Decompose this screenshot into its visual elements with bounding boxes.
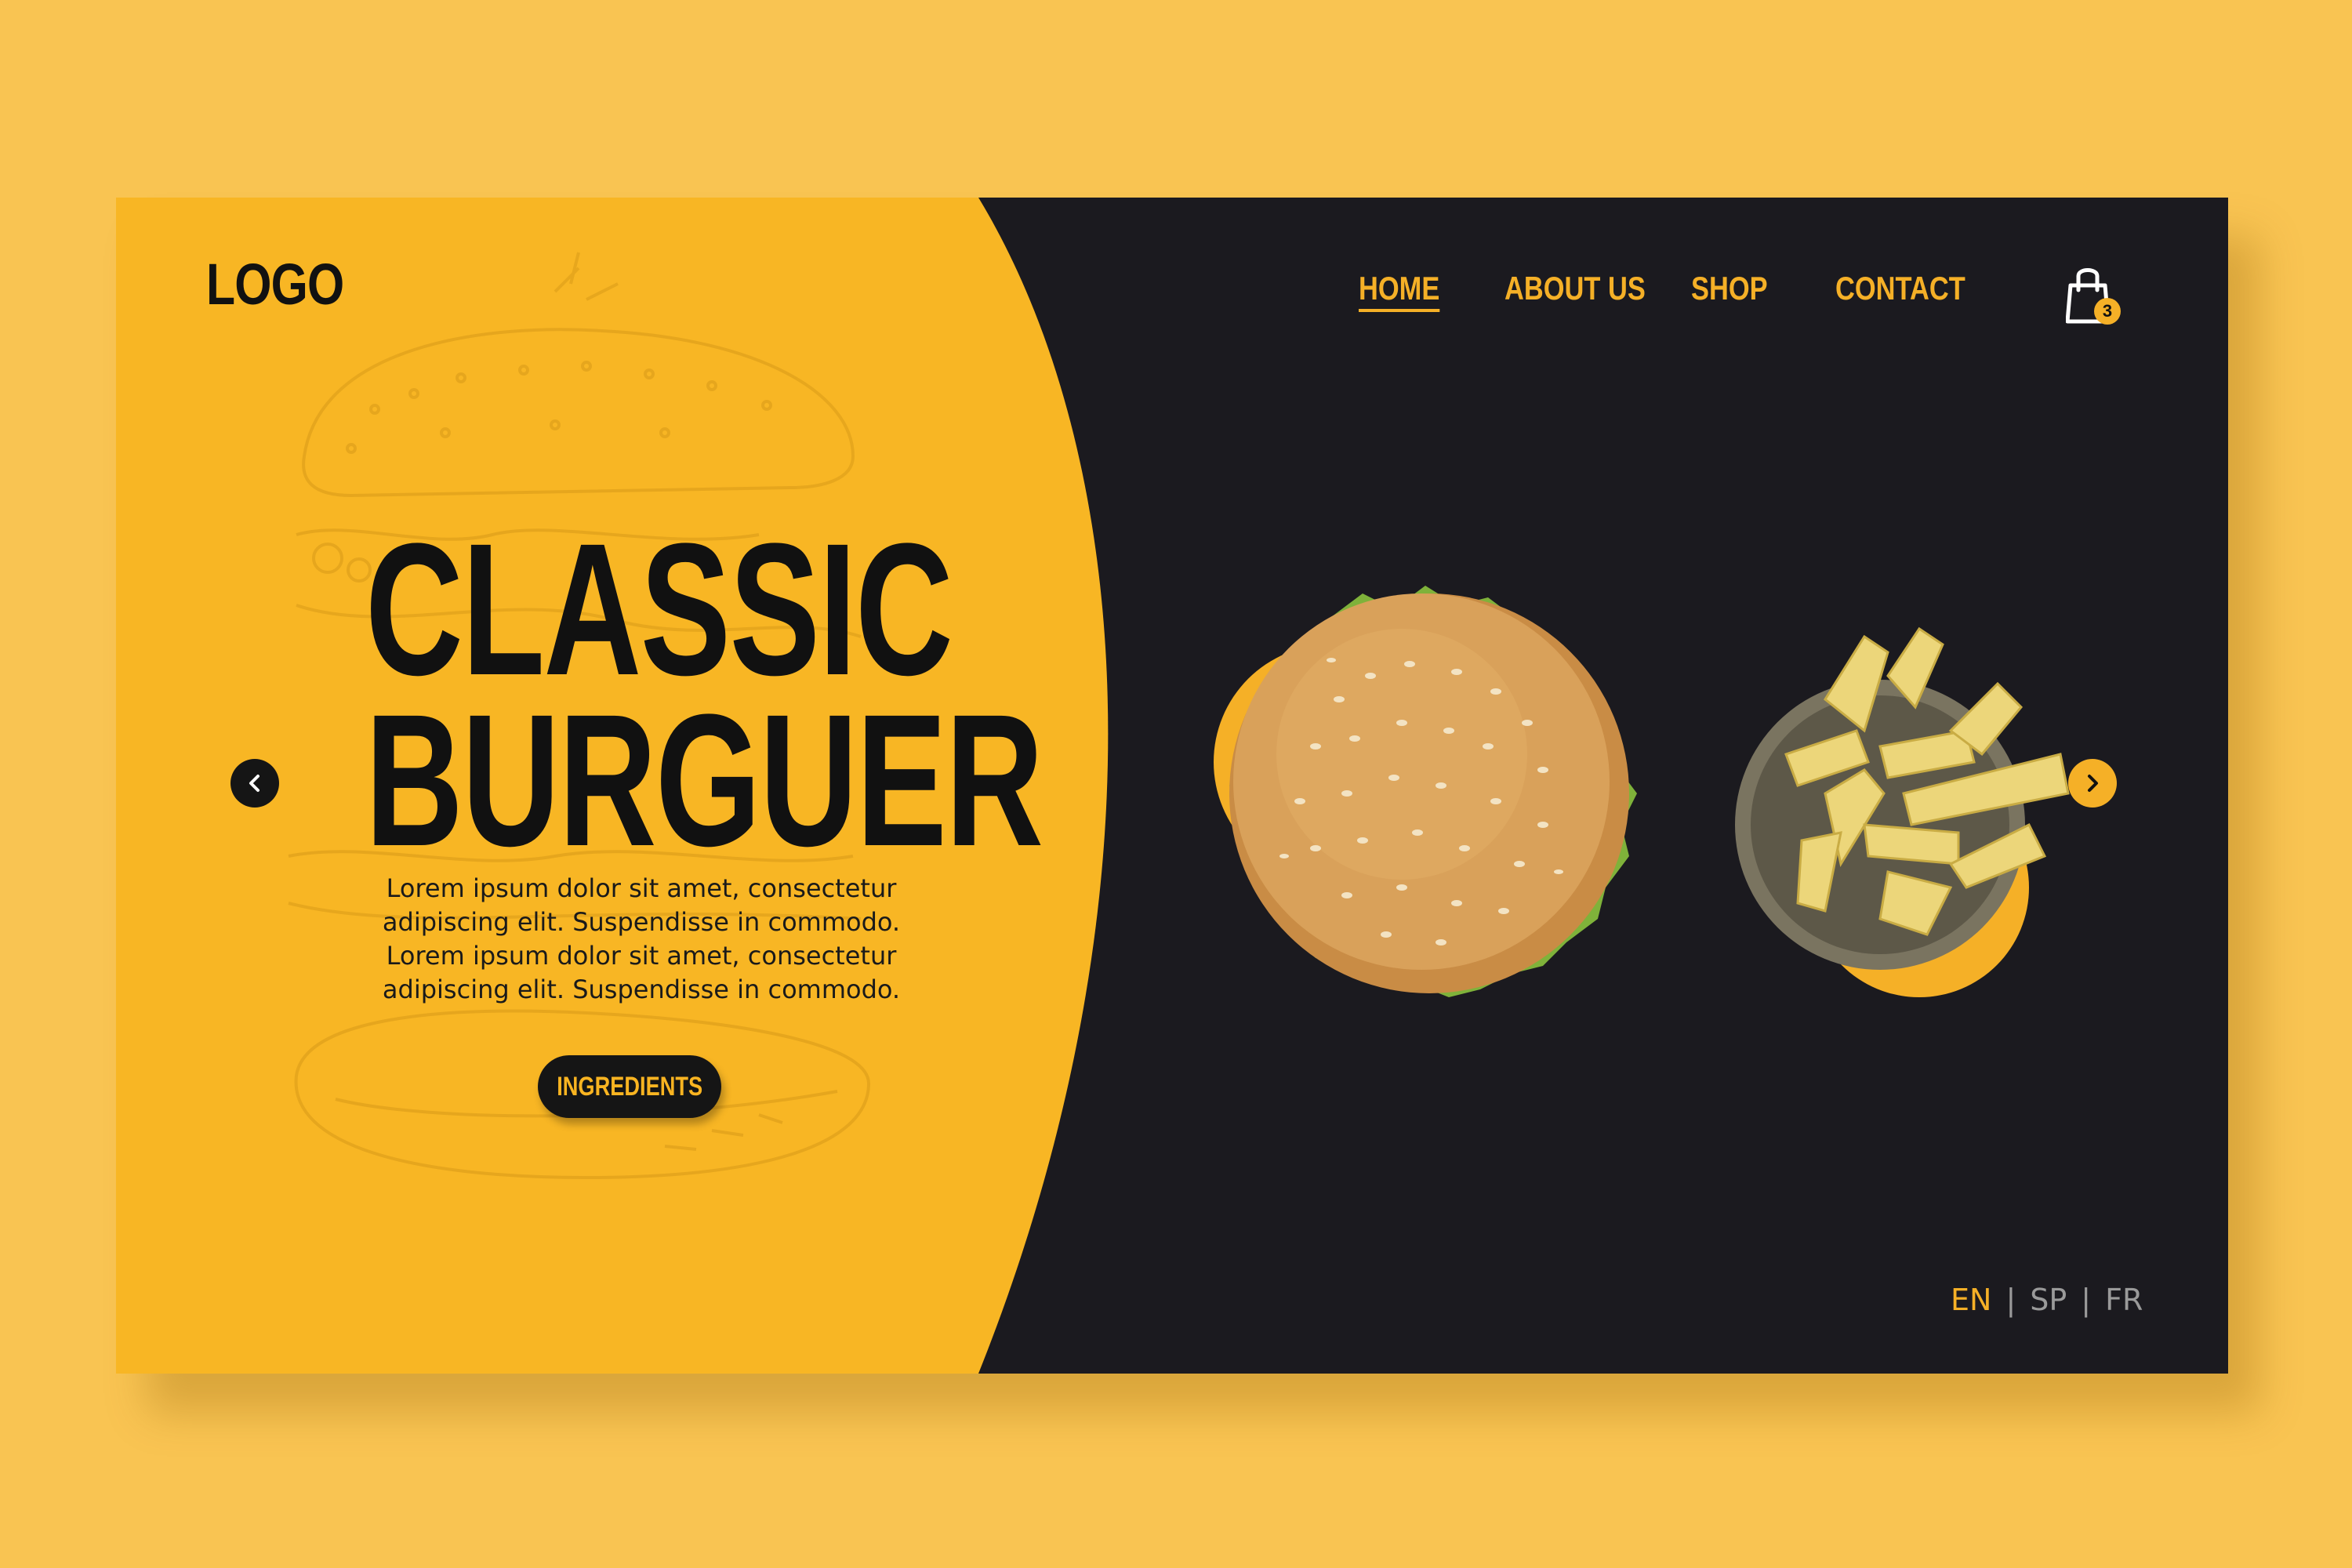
description-line: adipiscing elit. Suspendisse in commodo. (382, 975, 901, 1004)
cart-button[interactable]: 3 (2065, 263, 2136, 334)
ingredients-button-label: INGREDIENTS (557, 1071, 702, 1102)
nav-contact[interactable]: CONTACT (1835, 270, 1965, 307)
nav-about-us[interactable]: ABOUT US (1504, 270, 1646, 307)
lang-fr[interactable]: FR (2105, 1283, 2143, 1317)
hero-card: LOGO HOME ABOUT US SHOP CONTACT 3 CLASSI… (116, 198, 2228, 1374)
cart-count-badge: 3 (2094, 298, 2121, 325)
lang-separator: | (2005, 1283, 2016, 1317)
lang-sp[interactable]: SP (2030, 1283, 2067, 1317)
hero-description: Lorem ipsum dolor sit amet, consectetur … (375, 872, 908, 1007)
ingredients-button[interactable]: INGREDIENTS (538, 1055, 721, 1118)
burger-image (1229, 586, 1637, 997)
food-illustration (1214, 586, 2070, 997)
language-switcher: EN | SP | FR (1951, 1283, 2143, 1317)
lang-separator: | (2081, 1283, 2092, 1317)
hero-title-line-2: BURGUER (365, 675, 1044, 885)
description-line: Lorem ipsum dolor sit amet, consectetur (386, 873, 897, 903)
hero-title: CLASSIC BURGUER (365, 504, 1044, 885)
nav-home[interactable]: HOME (1359, 270, 1439, 307)
chevron-left-icon (249, 775, 260, 792)
description-line: Lorem ipsum dolor sit amet, consectetur (386, 941, 897, 971)
nav-shop[interactable]: SHOP (1691, 270, 1768, 307)
hero-title-line-1: CLASSIC (365, 504, 953, 714)
lang-en[interactable]: EN (1951, 1283, 1991, 1317)
description-line: adipiscing elit. Suspendisse in commodo. (382, 907, 901, 937)
main-nav: HOME ABOUT US SHOP CONTACT (116, 270, 2228, 332)
prev-slide-button[interactable] (230, 759, 279, 808)
